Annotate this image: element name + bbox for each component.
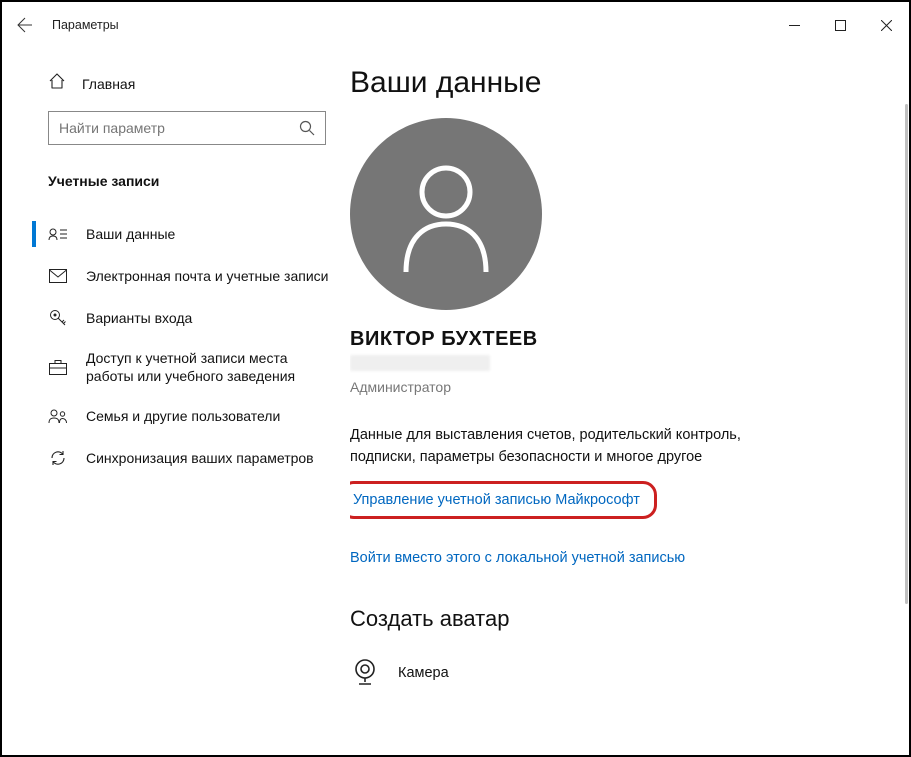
search-field[interactable] — [59, 120, 299, 136]
maximize-icon — [835, 20, 846, 31]
page-title: Ваши данные — [350, 66, 869, 100]
user-name: ВИКТОР БУХТЕЕВ — [350, 328, 869, 351]
account-description: Данные для выставления счетов, родительс… — [350, 425, 770, 469]
key-icon — [49, 309, 67, 327]
sidebar-item-label: Электронная почта и учетные записи — [86, 267, 328, 285]
sidebar-home[interactable]: Главная — [2, 66, 350, 101]
sidebar: Главная Учетные записи Ваши данные — [2, 48, 350, 755]
home-icon — [48, 72, 66, 90]
sign-in-local-account-link[interactable]: Войти вместо этого с локальной учетной з… — [350, 550, 685, 566]
sync-icon — [49, 449, 67, 467]
maximize-button[interactable] — [817, 2, 863, 48]
main-content: Ваши данные ВИКТОР БУХТЕЕВ Администратор… — [350, 48, 909, 755]
close-button[interactable] — [863, 2, 909, 48]
window-title: Параметры — [52, 18, 119, 32]
camera-icon — [350, 656, 380, 686]
manage-microsoft-account-link[interactable]: Управление учетной записью Майкрософт — [353, 492, 640, 508]
camera-option[interactable]: Камера — [350, 656, 869, 691]
titlebar: Параметры — [2, 2, 909, 48]
sidebar-item-work-access[interactable]: Доступ к учетной записи места работы или… — [2, 339, 350, 395]
user-email-redacted — [350, 355, 490, 371]
mail-icon — [49, 269, 67, 283]
avatar — [350, 118, 542, 310]
create-avatar-header: Создать аватар — [350, 606, 869, 632]
sidebar-item-label: Семья и другие пользователи — [86, 407, 280, 425]
sidebar-item-signin-options[interactable]: Варианты входа — [2, 297, 350, 339]
scrollbar[interactable] — [905, 104, 908, 604]
user-role: Администратор — [350, 379, 869, 395]
close-icon — [881, 20, 892, 31]
search-input[interactable] — [48, 111, 326, 145]
minimize-button[interactable] — [771, 2, 817, 48]
highlight-annotation: Управление учетной записью Майкрософт — [350, 481, 657, 519]
sidebar-item-label: Ваши данные — [86, 225, 175, 243]
camera-label: Камера — [398, 665, 449, 681]
sidebar-section-header: Учетные записи — [2, 167, 350, 195]
briefcase-icon — [49, 359, 67, 375]
sidebar-item-your-info[interactable]: Ваши данные — [2, 213, 350, 255]
minimize-icon — [789, 20, 800, 31]
sidebar-item-label: Доступ к учетной записи места работы или… — [86, 349, 336, 385]
person-icon — [391, 154, 501, 274]
arrow-left-icon — [17, 17, 33, 33]
person-card-icon — [48, 226, 68, 242]
sidebar-item-label: Синхронизация ваших параметров — [86, 449, 314, 467]
sidebar-item-email-accounts[interactable]: Электронная почта и учетные записи — [2, 255, 350, 297]
sidebar-item-sync[interactable]: Синхронизация ваших параметров — [2, 437, 350, 479]
people-icon — [48, 408, 68, 424]
back-button[interactable] — [2, 2, 48, 48]
sidebar-home-label: Главная — [82, 76, 135, 92]
search-icon — [299, 120, 315, 136]
sidebar-item-label: Варианты входа — [86, 309, 192, 327]
sidebar-item-family[interactable]: Семья и другие пользователи — [2, 395, 350, 437]
